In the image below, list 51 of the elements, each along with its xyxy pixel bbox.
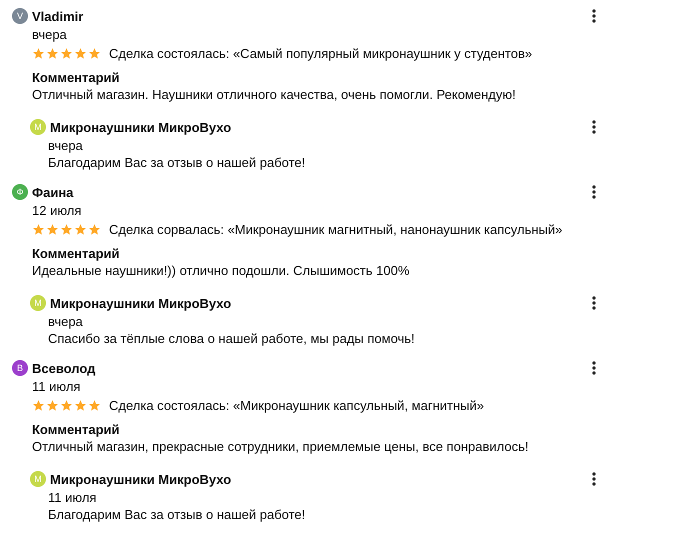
star-icon bbox=[32, 46, 45, 60]
star-icon bbox=[74, 46, 87, 60]
author-name: Микронаушники МикроВухо bbox=[50, 472, 232, 486]
more-icon[interactable] bbox=[592, 185, 596, 199]
author-name: Vladimir bbox=[32, 8, 84, 24]
star-icon bbox=[60, 398, 73, 412]
comment-label: Комментарий bbox=[32, 69, 121, 86]
avatar: М bbox=[30, 471, 46, 487]
more-icon[interactable] bbox=[592, 472, 596, 486]
star-icon bbox=[74, 398, 87, 412]
comment-label: Комментарий bbox=[32, 421, 121, 438]
more-icon[interactable] bbox=[592, 9, 596, 23]
star-icon bbox=[46, 222, 59, 236]
author-name: Фаина bbox=[32, 184, 74, 200]
star-icon bbox=[88, 46, 101, 60]
avatar: В bbox=[12, 360, 28, 376]
author-name: Всеволод bbox=[32, 360, 96, 376]
deal-status: Сделка состоялась: «Микронаушник капсульный, магнитный» bbox=[109, 398, 484, 412]
avatar: М bbox=[30, 119, 46, 135]
reply-text: Спасибо за тёплые слова о нашей работе, мы рады помочь! bbox=[48, 330, 416, 348]
more-icon[interactable] bbox=[592, 120, 596, 134]
reply-text: Благодарим Вас за отзыв о нашей работе! bbox=[48, 154, 306, 172]
author-name: Микронаушники МикроВухо bbox=[50, 120, 232, 134]
star-icon bbox=[46, 398, 59, 412]
reply-date: 11 июля bbox=[48, 489, 98, 506]
star-icon bbox=[88, 222, 101, 236]
comment-text: Отличный магазин, прекрасные сотрудники, приемлемые цены, все понравилось! bbox=[32, 438, 530, 456]
more-icon[interactable] bbox=[592, 296, 596, 310]
avatar: Ф bbox=[12, 184, 28, 200]
review-date: 12 июля bbox=[32, 202, 82, 219]
more-icon[interactable] bbox=[592, 361, 596, 375]
author-name: Микронаушники МикроВухо bbox=[50, 296, 232, 310]
deal-status: Сделка состоялась: «Самый популярный микронаушник у студентов» bbox=[109, 46, 532, 60]
deal-status: Сделка сорвалась: «Микронаушник магнитный, нанонаушник капсульный» bbox=[109, 222, 562, 236]
comment-text: Идеальные наушники!)) отлично подошли. Слышимость 100% bbox=[32, 262, 410, 280]
reply-text: Благодарим Вас за отзыв о нашей работе! bbox=[48, 506, 306, 524]
star-icon bbox=[60, 222, 73, 236]
review-date: вчера bbox=[32, 26, 68, 43]
star-icon bbox=[32, 222, 45, 236]
star-icon bbox=[60, 46, 73, 60]
star-icon bbox=[88, 398, 101, 412]
comment-text: Отличный магазин. Наушники отличного качества, очень помогли. Рекомендую! bbox=[32, 86, 517, 104]
star-icon bbox=[46, 46, 59, 60]
avatar: М bbox=[30, 295, 46, 311]
reply-date: вчера bbox=[48, 313, 84, 330]
comment-label: Комментарий bbox=[32, 245, 121, 262]
star-icon bbox=[74, 222, 87, 236]
review-date: 11 июля bbox=[32, 378, 82, 395]
avatar: V bbox=[12, 8, 28, 24]
reply-date: вчера bbox=[48, 137, 84, 154]
star-icon bbox=[32, 398, 45, 412]
